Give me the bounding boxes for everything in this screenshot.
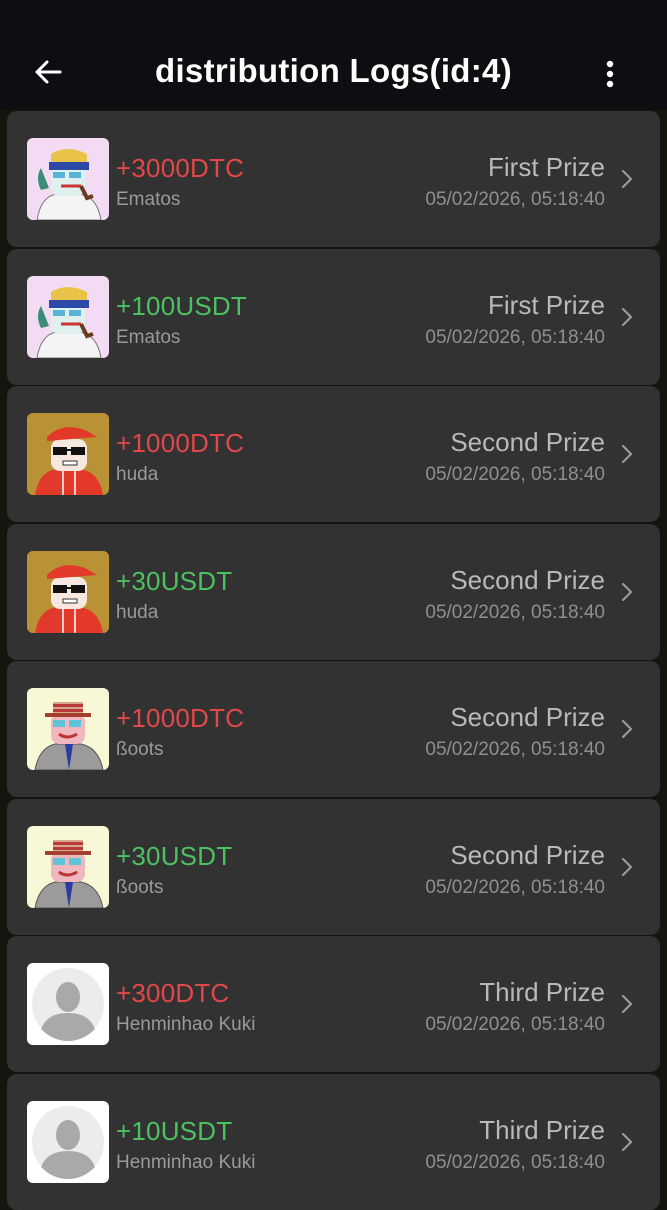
prize-level: Second Prize xyxy=(450,564,605,595)
timestamp: 05/02/2026, 05:18:40 xyxy=(425,464,605,485)
log-item[interactable]: +3000DTC Ematos First Prize 05/02/2026, 05:… xyxy=(7,111,660,247)
more-vertical-icon xyxy=(606,60,614,88)
user-name: Henminhao Kuki xyxy=(116,1151,256,1173)
log-item[interactable]: +10USDT Henminhao Kuki Third Prize 05/02/20… xyxy=(7,1073,660,1210)
prize-level: Third Prize xyxy=(479,977,605,1007)
reward-amount: +300DTC xyxy=(116,978,230,1008)
avatar xyxy=(27,138,109,220)
prize-level: Third Prize xyxy=(479,1114,605,1145)
reward-amount: +1000DTC xyxy=(116,703,245,733)
avatar xyxy=(27,963,109,1045)
chevron-right-icon xyxy=(620,306,634,328)
prize-level: Second Prize xyxy=(450,702,605,732)
timestamp: 05/02/2026, 05:18:40 xyxy=(425,739,605,760)
log-item[interactable]: +100USDT Ematos First Prize 05/02/2026, 05:… xyxy=(7,248,660,385)
timestamp: 05/02/2026, 05:18:40 xyxy=(425,601,605,623)
user-name: Henminhao Kuki xyxy=(116,1014,256,1035)
user-name: ßoots xyxy=(116,739,164,760)
avatar xyxy=(27,688,109,770)
timestamp: 05/02/2026, 05:18:40 xyxy=(425,1151,605,1173)
log-item[interactable]: +300DTC Henminhao Kuki Third Prize 05/02/20… xyxy=(7,936,660,1072)
chevron-right-icon xyxy=(620,856,634,878)
log-item[interactable]: +30USDT ßoots Second Prize 05/02/2026, 05:1… xyxy=(7,798,660,935)
prize-level: Second Prize xyxy=(450,839,605,870)
prize-level: First Prize xyxy=(488,289,605,320)
prize-level: First Prize xyxy=(488,152,605,182)
user-name: huda xyxy=(116,464,159,485)
user-name: Ematos xyxy=(116,189,181,210)
chevron-right-icon xyxy=(620,581,634,603)
avatar xyxy=(27,825,109,908)
reward-amount: +100USDT xyxy=(116,290,247,321)
log-item[interactable]: +30USDT huda Second Prize 05/02/2026, 05:18… xyxy=(7,523,660,660)
timestamp: 05/02/2026, 05:18:40 xyxy=(425,326,605,348)
more-options-button[interactable] xyxy=(592,52,628,96)
user-name: Ematos xyxy=(116,326,181,348)
timestamp: 05/02/2026, 05:18:40 xyxy=(425,189,605,210)
avatar xyxy=(27,275,109,358)
chevron-right-icon xyxy=(620,443,634,465)
user-name: huda xyxy=(116,601,159,623)
timestamp: 05/02/2026, 05:18:40 xyxy=(425,1014,605,1035)
page-title: distribution Logs(id:4) xyxy=(154,52,512,89)
chevron-right-icon xyxy=(620,718,634,740)
avatar xyxy=(27,413,109,495)
log-item[interactable]: +1000DTC huda Second Prize 05/02/2026, 05:1… xyxy=(7,386,660,522)
reward-amount: +30USDT xyxy=(116,565,233,596)
avatar xyxy=(27,1100,109,1183)
reward-amount: +30USDT xyxy=(116,840,233,871)
chevron-right-icon xyxy=(620,1131,634,1153)
chevron-right-icon xyxy=(620,168,634,190)
top-bar: distribution Logs(id:4) xyxy=(0,0,667,110)
reward-amount: +1000DTC xyxy=(116,428,245,458)
log-item[interactable]: +1000DTC ßoots Second Prize 05/02/2026, 05:… xyxy=(7,661,660,797)
reward-amount: +10USDT xyxy=(116,1115,233,1146)
chevron-right-icon xyxy=(620,993,634,1015)
timestamp: 05/02/2026, 05:18:40 xyxy=(425,876,605,898)
user-name: ßoots xyxy=(116,876,164,898)
prize-level: Second Prize xyxy=(450,427,605,457)
reward-amount: +3000DTC xyxy=(116,153,245,183)
avatar xyxy=(27,550,109,633)
